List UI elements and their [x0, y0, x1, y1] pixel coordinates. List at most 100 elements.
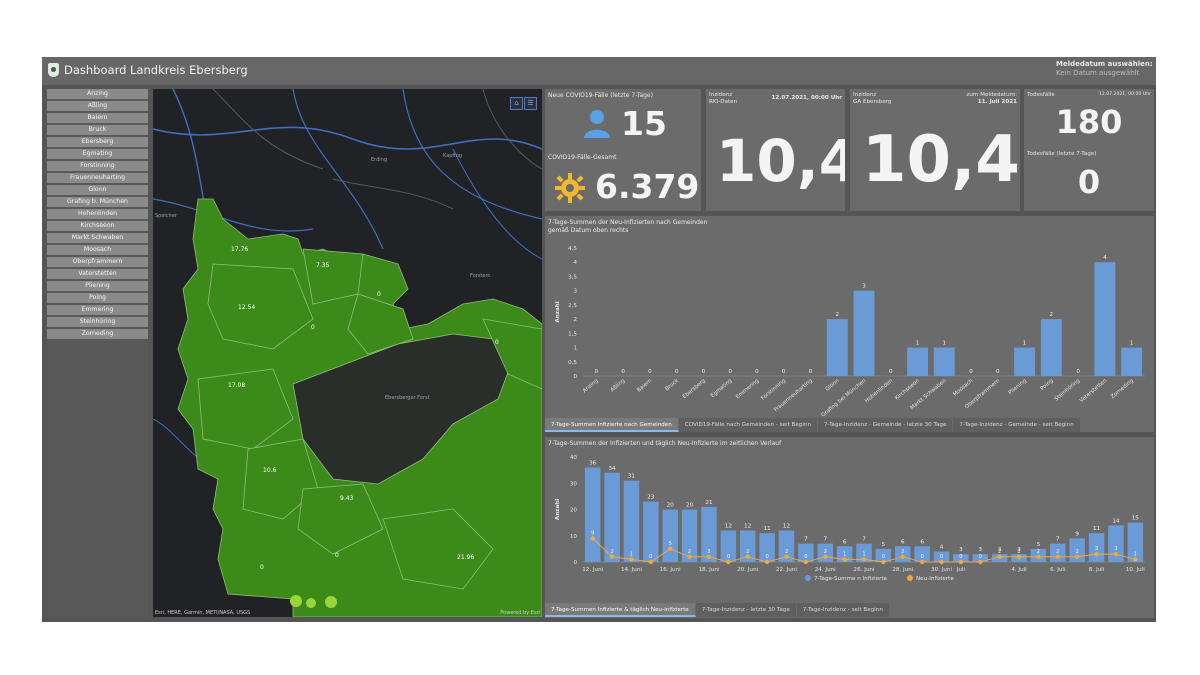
district-regions[interactable]	[177, 198, 542, 617]
bar-data-label: 11	[1093, 526, 1101, 532]
x-tick-label: Anzing	[582, 378, 600, 394]
chart-tab[interactable]: 7-Tage-Inzidenz - Gemeinde - letzte 30 T…	[818, 418, 954, 432]
x-tick-label: 16. Juni	[660, 567, 681, 573]
x-tick-label: Poing	[1039, 378, 1054, 392]
incidence-rki-label: Inzidenz	[709, 92, 733, 98]
line-point	[861, 557, 867, 562]
map-value-label: 0	[260, 564, 264, 571]
chart-tab[interactable]: 7-Tage-Inzidenz - seit Beginn	[796, 603, 890, 617]
chart-tab[interactable]: 7-Tage-Summen Infizierte nach Gemeinden	[545, 418, 679, 432]
y-tick-label: 40	[570, 455, 578, 461]
sidebar-item[interactable]: Anzing	[47, 89, 148, 99]
sidebar-item[interactable]: Oberpframmern	[47, 257, 148, 267]
bar-data-label: 7	[804, 537, 808, 543]
sidebar-item[interactable]: Egmating	[47, 149, 148, 159]
sidebar-item[interactable]: Grafing b. München	[47, 197, 148, 207]
line-data-label: 1	[630, 551, 633, 557]
map-view[interactable]: 17.76 7.35 12.54 0 0 0 17.08 10.6 9.43 0…	[153, 89, 542, 617]
sidebar-item[interactable]: Glonn	[47, 185, 148, 195]
chart1-tab-bar: 7-Tage-Summen Infizierte nach Gemeinden C…	[545, 418, 1081, 432]
map-value-label: 7.35	[316, 262, 330, 269]
sidebar-item[interactable]: Hohenlinden	[47, 209, 148, 219]
bar	[1094, 262, 1116, 376]
y-tick-label: 20	[570, 508, 578, 514]
y-tick-label: 3,5	[568, 274, 577, 280]
map-powered-by[interactable]: Powered by Esri	[500, 610, 540, 616]
municipality-list: Anzing Aßling Baiern Bruck Ebersberg Egmating…	[47, 89, 148, 617]
chart1-svg[interactable]: 0 0,5 1 1,5 2 2,5 3 3,5 4 4,5 Anzahl 0 Anzing 0 Aßling…	[545, 236, 1154, 416]
x-tick-label: Hohenlinden	[864, 378, 894, 405]
chart-tab[interactable]: 7-Tage-Summen Infizierte & täglich Neu-I…	[545, 603, 696, 617]
x-tick-label: Ebersberg	[682, 378, 707, 400]
line-data-label: 1	[843, 551, 846, 557]
map-value-label: 10.6	[263, 467, 277, 474]
sidebar-item[interactable]: Pliening	[47, 281, 148, 291]
x-tick-label: 4. Juli	[1011, 567, 1027, 573]
home-icon[interactable]: ⌂	[510, 97, 523, 110]
sidebar-item[interactable]: Steinhöring	[47, 317, 148, 327]
sidebar-item[interactable]: Forstinning	[47, 161, 148, 171]
layer-list-icon[interactable]: ☰	[524, 97, 537, 110]
map-canvas[interactable]: 17.76 7.35 12.54 0 0 0 17.08 10.6 9.43 0…	[153, 89, 542, 617]
line-point	[745, 554, 750, 559]
y-tick-label: 4	[573, 260, 577, 266]
sidebar-item[interactable]: Zorneding	[47, 329, 148, 339]
line-point	[648, 559, 654, 565]
chart-tab[interactable]: 7-Tage-Inzidenz - letzte 30 Tage	[695, 603, 797, 617]
line-point	[609, 554, 615, 559]
bar-data-label: 23	[647, 495, 655, 501]
deaths-week-value: 0	[1077, 163, 1101, 201]
bar	[623, 480, 640, 562]
line-data-label: 0	[940, 554, 943, 560]
coat-of-arms-logo	[48, 63, 59, 77]
y-tick-label: 0	[573, 560, 577, 566]
x-tick-label: 20. Juni	[737, 567, 758, 573]
legend-label-new: Neu-Infizierte	[916, 576, 954, 582]
sidebar-item[interactable]: Bruck	[47, 125, 148, 135]
sidebar-item[interactable]: Kirchseeon	[47, 221, 148, 231]
bar	[1040, 319, 1062, 376]
cases-panel: Neue COVID19-Fälle (letzte 7-Tage) 15 CO…	[545, 89, 701, 211]
sidebar-item[interactable]: Aßling	[47, 101, 148, 111]
bar-data-label: 6	[843, 539, 847, 545]
sidebar-item[interactable]: Emmering	[47, 305, 148, 315]
data-label: 0	[809, 369, 813, 375]
sidebar-item[interactable]: Baiern	[47, 113, 148, 123]
bar-data-label: 34	[609, 466, 617, 472]
line-point	[590, 536, 595, 541]
y-tick-label: 30	[570, 481, 578, 487]
data-label: 0	[675, 369, 679, 375]
sidebar-item[interactable]: Poing	[47, 293, 148, 303]
line-point	[939, 559, 944, 565]
bar-data-label: 4	[940, 545, 944, 551]
sidebar-item[interactable]: Moosach	[47, 245, 148, 255]
bar-data-label: 6	[920, 539, 924, 545]
map-value-label: 17.08	[228, 382, 245, 389]
line-data-label: 1	[1134, 551, 1137, 557]
x-tick-label: 10. Juli	[1126, 567, 1145, 573]
y-tick-label: 4,5	[568, 246, 577, 252]
sidebar-item[interactable]: Vaterstetten	[47, 269, 148, 279]
bar-data-label: 6	[901, 539, 905, 545]
chart2-svg[interactable]: 010203040Anzahl3634312320 20 2112 12 11 127 7 6…	[545, 449, 1154, 601]
date-selector[interactable]: Meldedatum auswählen: Kein Datum ausgewä…	[1056, 60, 1154, 78]
y-tick-label: 10	[570, 534, 578, 540]
sidebar-item[interactable]: Frauenneuharting	[47, 173, 148, 183]
sidebar-item[interactable]: Markt Schwaben	[47, 233, 148, 243]
x-tick-label: 12. Juni	[582, 567, 603, 573]
incidence-ga-panel: Inzidenz GA Ebersberg zum Meldedatum: 11…	[850, 89, 1020, 211]
x-tick-label: Juli	[956, 567, 966, 573]
sidebar-item[interactable]: Ebersberg	[47, 137, 148, 147]
bar	[853, 290, 875, 376]
chart1-subtitle: gemäß Datum oben rechts	[548, 227, 629, 234]
data-label: 1	[943, 341, 947, 347]
chart-tab[interactable]: COVID19-Fälle nach Gemeinden - seit Begi…	[678, 418, 818, 432]
data-label: 0	[595, 369, 599, 375]
x-tick-label: 26. Juni	[854, 567, 875, 573]
chart-tab[interactable]: 7-Tage-Inzidenz - Gemeinde - seit Beginn	[953, 418, 1081, 432]
x-tick-label: Moosach	[952, 378, 974, 398]
date-selector-value[interactable]: Kein Datum ausgewählt	[1056, 69, 1154, 78]
map-value-label: 12.54	[238, 304, 255, 311]
data-label: 1	[916, 341, 920, 347]
x-tick-label: 24. Juni	[815, 567, 836, 573]
